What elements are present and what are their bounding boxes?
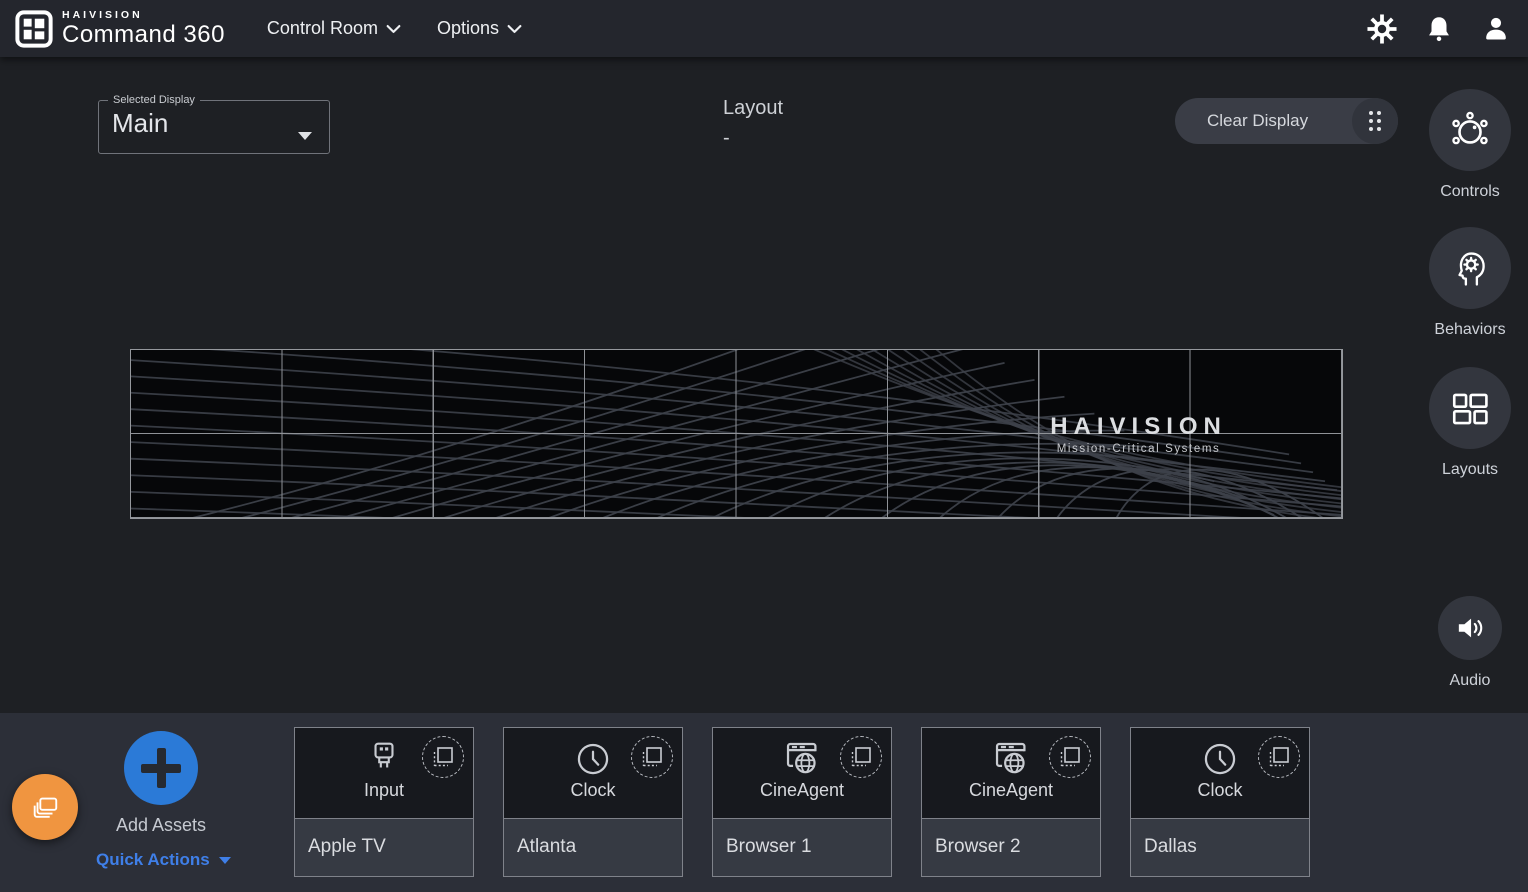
menu-control-room[interactable]: Control Room [267,18,401,39]
rail-controls: Controls [1429,89,1511,201]
browser-globe-icon [783,739,821,777]
controls-label: Controls [1429,183,1511,201]
asset-card-atlanta[interactable]: Clock Atlanta [503,727,683,877]
select-caret-icon [298,132,312,140]
asset-card-dallas[interactable]: Clock Dallas [1130,727,1310,877]
send-to-display-icon [640,745,664,769]
asset-name-label: Browser 2 [935,836,1100,858]
assets-bar: Add Assets Quick Actions [0,713,1528,892]
layout-info: Layout - [723,93,783,153]
brand-haivision: HAIVISION [62,10,225,21]
menu-options-label: Options [437,18,499,39]
send-to-display-button[interactable] [840,736,882,778]
asset-name-label: Apple TV [308,836,473,858]
dial-icon [1449,109,1491,151]
selected-display-value: Main [112,108,329,139]
send-to-display-button[interactable] [422,736,464,778]
top-bar: HAIVISION Command 360 Control Room Optio… [0,0,1528,57]
clock-icon [575,741,611,777]
brand-command360: Command 360 [62,23,225,47]
asset-name-label: Atlanta [517,836,682,858]
quick-actions-label: Quick Actions [96,850,210,870]
clock-icon [1202,741,1238,777]
layout-value: - [723,123,783,153]
layout-grid-icon [1449,387,1491,429]
audio-button[interactable] [1438,596,1502,660]
layout-label: Layout [723,93,783,123]
asset-name-label: Browser 1 [726,836,891,858]
wall-brand: HAIVISION Mission-Critical Systems [1050,413,1227,455]
head-gear-icon [1448,246,1492,290]
user-icon[interactable] [1481,14,1511,44]
controls-button[interactable] [1429,89,1511,171]
add-assets-label: Add Assets [116,815,206,836]
browser-globe-icon [992,739,1030,777]
chevron-down-icon [386,24,401,34]
asset-card-list: Input Apple TV [294,727,1310,877]
send-to-display-icon [1267,745,1291,769]
rail-audio: Audio [1438,596,1502,690]
add-assets-button[interactable] [124,731,198,805]
header-actions [1367,14,1511,44]
quick-actions-button[interactable]: Quick Actions [96,850,231,870]
asset-card-browser-2[interactable]: CineAgent Browser 2 [921,727,1101,877]
send-to-display-button[interactable] [631,736,673,778]
asset-type-label: Clock [570,780,615,801]
send-to-display-icon [849,745,873,769]
layouts-button[interactable] [1429,367,1511,449]
asset-card-browser-1[interactable]: CineAgent Browser 1 [712,727,892,877]
asset-type-label: Clock [1197,780,1242,801]
send-to-display-button[interactable] [1049,736,1091,778]
speaker-icon [1453,611,1487,645]
brand-block: HAIVISION Command 360 [62,10,225,48]
asset-type-label: CineAgent [969,780,1053,801]
clear-display-button[interactable]: Clear Display [1175,98,1398,144]
selected-display-select[interactable]: Selected Display Main [98,94,330,154]
selected-display-label: Selected Display [108,94,200,106]
asset-type-label: CineAgent [760,780,844,801]
menu-options[interactable]: Options [437,18,522,39]
menu-control-room-label: Control Room [267,18,378,39]
command360-app: HAIVISION Command 360 Control Room Optio… [0,0,1528,892]
send-to-display-button[interactable] [1258,736,1300,778]
behaviors-button[interactable] [1429,227,1511,309]
chevron-down-icon [507,24,522,34]
clear-display-label: Clear Display [1207,111,1308,131]
layers-icon [30,792,60,822]
plus-icon [141,748,181,788]
usb-plug-icon [367,741,401,777]
send-to-display-icon [431,745,455,769]
drag-handle[interactable] [1352,98,1398,144]
video-wall-preview[interactable]: HAIVISION Mission-Critical Systems [130,349,1343,519]
asset-card-apple-tv[interactable]: Input Apple TV [294,727,474,877]
send-to-display-icon [1058,745,1082,769]
asset-type-label: Input [364,780,404,801]
behaviors-label: Behaviors [1429,321,1511,339]
haivision-logo-icon [15,10,53,48]
wall-brand-name: HAIVISION [1050,413,1227,441]
settings-icon[interactable] [1367,14,1397,44]
wall-brand-tagline: Mission-Critical Systems [1050,443,1227,455]
add-assets: Add Assets [124,731,198,836]
quick-actions-caret-icon [219,857,231,864]
asset-name-label: Dallas [1144,836,1309,858]
rail-behaviors: Behaviors [1429,227,1511,339]
quick-layers-button[interactable] [12,774,78,840]
rail-layouts: Layouts [1429,367,1511,479]
notifications-icon[interactable] [1424,14,1454,44]
layouts-label: Layouts [1429,461,1511,479]
audio-label: Audio [1438,672,1502,690]
six-dot-drag-icon [1369,111,1381,131]
